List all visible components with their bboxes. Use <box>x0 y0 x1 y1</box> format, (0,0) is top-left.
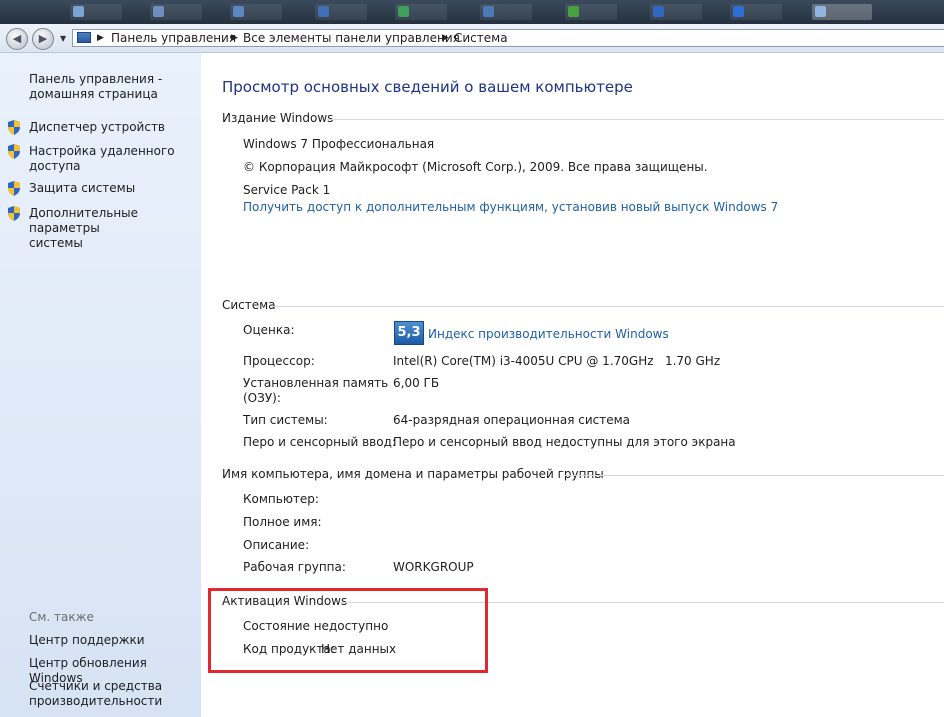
section-heading-edition: Издание Windows <box>222 111 334 125</box>
memory-label-line2: (ОЗУ): <box>243 391 281 405</box>
see-also-performance-tools[interactable]: Счетчики и средства производительности <box>29 679 162 709</box>
computer-label: Компьютер: <box>243 492 319 506</box>
address-bar-row: ◀ ▶ ▼ ▶ Панель управления ▶ Все элементы… <box>0 24 944 53</box>
pen-touch-value: Перо и сенсорный ввод недоступны для это… <box>393 435 736 449</box>
breadcrumb-separator-icon[interactable]: ▶ <box>231 30 238 46</box>
upgrade-link[interactable]: Получить доступ к дополнительным функция… <box>243 200 778 215</box>
shield-icon <box>7 144 21 159</box>
section-heading-system: Система <box>222 298 276 312</box>
sidebar: Панель управления - домашняя страница Ди… <box>0 53 201 717</box>
breadcrumb-control-panel[interactable]: Панель управления <box>111 30 236 46</box>
service-pack: Service Pack 1 <box>243 183 331 197</box>
control-panel-icon <box>77 32 91 43</box>
processor-value: Intel(R) Core(TM) i3-4005U CPU @ 1.70GHz… <box>393 354 721 368</box>
memory-label-line1: Установленная память <box>243 376 389 390</box>
breadcrumb-system[interactable]: Система <box>454 30 508 46</box>
section-divider <box>272 306 944 307</box>
section-divider <box>565 475 944 476</box>
rating-label: Оценка: <box>243 323 295 337</box>
sidebar-home-line2: домашняя страница <box>29 87 158 101</box>
system-type-label: Тип системы: <box>243 413 328 427</box>
breadcrumb-all-items[interactable]: Все элементы панели управления <box>243 30 460 46</box>
sidebar-item-remote-settings[interactable]: Настройка удаленного доступа <box>29 144 175 174</box>
taskbar-button[interactable] <box>812 4 872 20</box>
taskbar-button[interactable] <box>150 4 202 20</box>
taskbar-button[interactable] <box>230 4 282 20</box>
shield-icon <box>7 206 21 221</box>
taskbar-button[interactable] <box>565 4 617 20</box>
shield-icon <box>7 181 21 196</box>
copyright-text: © Корпорация Майкрософт (Microsoft Corp.… <box>243 160 708 174</box>
taskbar-button[interactable] <box>70 4 122 20</box>
sidebar-item-device-manager[interactable]: Диспетчер устройств <box>29 120 165 135</box>
memory-label: Установленная память (ОЗУ): <box>243 376 388 406</box>
recent-pages-dropdown-icon[interactable]: ▼ <box>60 34 66 43</box>
shield-icon <box>7 120 21 135</box>
see-also-label: производительности <box>29 694 163 708</box>
see-also-heading: См. также <box>29 610 94 624</box>
see-also-action-center[interactable]: Центр поддержки <box>29 633 145 648</box>
taskbar <box>0 0 944 24</box>
workgroup-label: Рабочая группа: <box>243 560 346 574</box>
performance-index-badge[interactable]: 5,3 <box>394 321 424 345</box>
section-heading-computer: Имя компьютера, имя домена и параметры р… <box>222 467 604 481</box>
edition-name: Windows 7 Профессиональная <box>243 137 435 151</box>
sidebar-item-label: Настройка удаленного <box>29 144 175 158</box>
taskbar-button[interactable] <box>315 4 367 20</box>
back-button[interactable]: ◀ <box>6 28 28 50</box>
see-also-label: Счетчики и средства <box>29 679 163 693</box>
sidebar-item-system-protection[interactable]: Защита системы <box>29 181 135 196</box>
system-type-value: 64-разрядная операционная система <box>393 413 631 427</box>
taskbar-button[interactable] <box>395 4 447 20</box>
see-also-label: Центр поддержки <box>29 633 145 647</box>
sidebar-item-label: Диспетчер устройств <box>29 120 166 134</box>
page-title: Просмотр основных сведений о вашем компь… <box>222 78 633 96</box>
section-divider <box>327 119 944 120</box>
performance-index-link[interactable]: Индекс производительности Windows <box>428 327 669 342</box>
pen-touch-label: Перо и сенсорный ввод: <box>243 435 396 449</box>
taskbar-button[interactable] <box>650 4 702 20</box>
breadcrumb[interactable]: ▶ Панель управления ▶ Все элементы панел… <box>72 29 944 47</box>
sidebar-item-label: Защита системы <box>29 181 136 195</box>
taskbar-button[interactable] <box>480 4 532 20</box>
processor-label: Процессор: <box>243 354 315 368</box>
sidebar-home-line1: Панель управления - <box>29 72 163 86</box>
full-name-label: Полное имя: <box>243 515 322 529</box>
activation-highlight-box <box>208 588 488 673</box>
breadcrumb-separator-icon[interactable]: ▶ <box>442 30 449 46</box>
sidebar-item-label: доступа <box>29 159 81 173</box>
sidebar-item-label: Дополнительные параметры <box>29 206 139 235</box>
memory-value: 6,00 ГБ <box>393 376 440 390</box>
sidebar-item-label: системы <box>29 236 83 250</box>
description-label: Описание: <box>243 538 310 552</box>
sidebar-item-advanced-settings[interactable]: Дополнительные параметры системы <box>29 206 201 251</box>
taskbar-button[interactable] <box>730 4 782 20</box>
workgroup-value: WORKGROUP <box>393 560 474 574</box>
forward-button[interactable]: ▶ <box>32 28 54 50</box>
breadcrumb-separator-icon[interactable]: ▶ <box>97 30 104 46</box>
sidebar-home-link[interactable]: Панель управления - домашняя страница <box>29 72 162 102</box>
